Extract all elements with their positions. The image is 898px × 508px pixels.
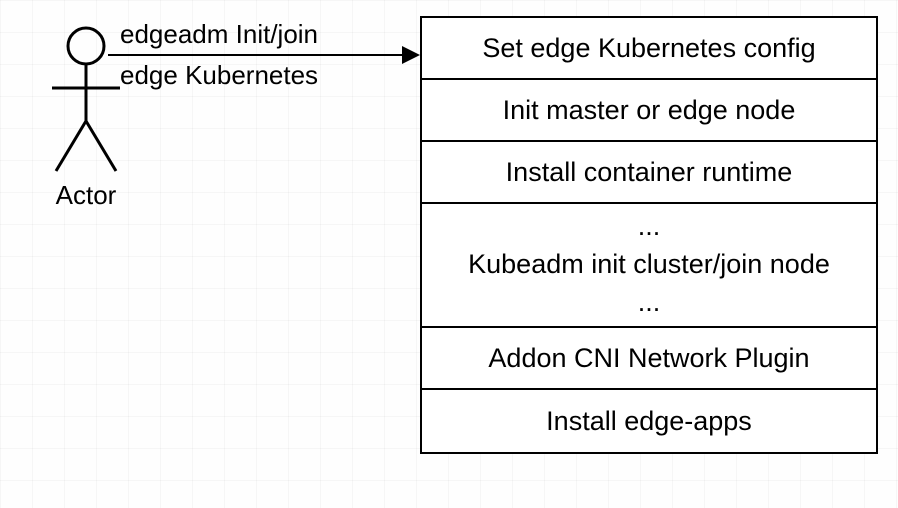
step: Init master or edge node	[422, 80, 876, 142]
step: Set edge Kubernetes config	[422, 18, 876, 80]
arrow: edgeadm Init/join edge Kubernetes	[108, 18, 418, 91]
step-line: ...	[638, 208, 661, 246]
actor-label: Actor	[38, 180, 134, 211]
step: ... Kubeadm init cluster/join node ...	[422, 204, 876, 328]
step-line: Kubeadm init cluster/join node	[468, 246, 830, 284]
step: Addon CNI Network Plugin	[422, 328, 876, 390]
arrow-line-icon	[108, 54, 418, 56]
arrow-top-text: edgeadm Init/join	[108, 18, 418, 51]
step: Install container runtime	[422, 142, 876, 204]
step: Install edge-apps	[422, 390, 876, 452]
step-line: ...	[638, 284, 661, 322]
arrow-bottom-text: edge Kubernetes	[108, 59, 418, 92]
steps-container: Set edge Kubernetes config Init master o…	[420, 16, 878, 454]
